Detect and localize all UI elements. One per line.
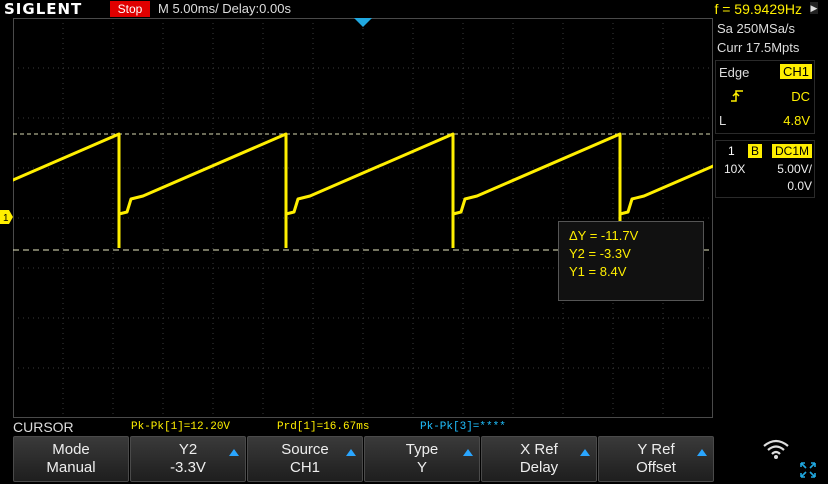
cursor-y2-value: Y2 = -3.3V xyxy=(569,246,631,261)
menu-title: CURSOR xyxy=(13,419,74,435)
softkey-source[interactable]: Source CH1 xyxy=(247,436,363,482)
probe-attenuation: 10X xyxy=(724,162,746,176)
vertical-offset: 0.0V xyxy=(787,179,812,193)
timebase-readout: M 5.00ms/ Delay:0.00s xyxy=(158,1,291,16)
measurement-bar: CURSOR Pk-Pk[1]=12.20V Prd[1]=16.67ms Pk… xyxy=(0,418,828,436)
cursor-y1-value: Y1 = 8.4V xyxy=(569,264,627,279)
fullscreen-icon[interactable] xyxy=(800,462,816,478)
trigger-type: Edge xyxy=(719,65,750,80)
channel-number: 1 xyxy=(728,144,735,158)
channel1-offset-marker[interactable]: 1 xyxy=(0,209,14,225)
softkey-x-ref[interactable]: X Ref Delay xyxy=(481,436,597,482)
trigger-source: CH1 xyxy=(779,64,812,79)
adjust-arrow-icon xyxy=(229,449,239,456)
softkey-y-ref[interactable]: Y Ref Offset xyxy=(598,436,714,482)
frequency-counter: f = 59.9429Hz xyxy=(714,1,802,17)
adjust-arrow-icon xyxy=(580,449,590,456)
channel1-panel[interactable]: 1 B DC1M 10X 5.00V/ 0.0V xyxy=(715,140,815,198)
softkey-mode[interactable]: Mode Manual xyxy=(13,436,129,482)
trigger-level: 4.8V xyxy=(783,113,810,128)
svg-text:1: 1 xyxy=(3,213,9,224)
trigger-level-label: L xyxy=(719,113,727,128)
measurement-3: Pk-Pk[3]=**** xyxy=(420,421,506,433)
cursor-readout-box: ΔY = -11.7V Y2 = -3.3V Y1 = 8.4V xyxy=(558,221,704,301)
right-info-panel: Sa 250MSa/s Curr 17.5Mpts Edge CH1 DC L … xyxy=(713,18,828,418)
panel-toggle-arrow-icon[interactable]: ▶ xyxy=(810,2,818,14)
softkey-type[interactable]: Type Y xyxy=(364,436,480,482)
softkey-y2[interactable]: Y2 -3.3V xyxy=(130,436,246,482)
adjust-arrow-icon xyxy=(697,449,707,456)
adjust-arrow-icon xyxy=(463,449,473,456)
vertical-scale: 5.00V/ xyxy=(777,162,812,176)
cursor-delta-y: ΔY = -11.7V xyxy=(569,228,639,243)
status-bar: SIGLENT Stop M 5.00ms/ Delay:0.00s f = 5… xyxy=(0,0,828,18)
measurement-1: Pk-Pk[1]=12.20V xyxy=(131,421,231,433)
trigger-coupling: DC xyxy=(791,89,810,104)
trigger-panel[interactable]: Edge CH1 DC L 4.8V xyxy=(715,60,815,134)
channel-coupling: DC1M xyxy=(771,144,812,158)
brand-logo: SIGLENT xyxy=(4,0,83,18)
waveform-display[interactable] xyxy=(13,18,713,418)
run-stop-indicator[interactable]: Stop xyxy=(110,1,150,17)
sample-rate: Sa 250MSa/s xyxy=(717,21,796,36)
memory-depth: Curr 17.5Mpts xyxy=(717,40,800,55)
bandwidth-limit-badge: B xyxy=(748,144,763,158)
softkey-menu: Mode Manual Y2 -3.3V Source CH1 Type Y X… xyxy=(0,436,828,484)
adjust-arrow-icon xyxy=(346,449,356,456)
measurement-2: Prd[1]=16.67ms xyxy=(277,421,370,433)
wifi-icon[interactable] xyxy=(762,438,790,460)
rising-edge-icon xyxy=(731,90,743,102)
